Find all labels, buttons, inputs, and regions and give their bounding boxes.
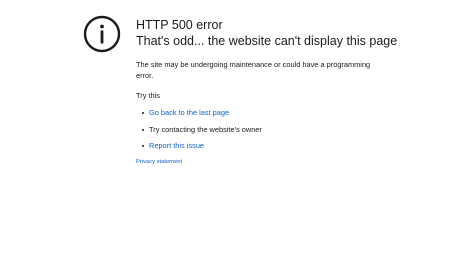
error-code-heading: HTTP 500 error	[136, 18, 223, 32]
suggestion-item: Report this issue	[142, 141, 436, 151]
try-this-heading: Try this	[136, 91, 160, 100]
privacy-statement-link[interactable]: Privacy statement	[136, 158, 436, 166]
error-title: HTTP 500 error That's odd... the website…	[136, 17, 436, 49]
suggestion-item: Go back to the last page	[142, 108, 436, 118]
report-issue-link[interactable]: Report this issue	[149, 141, 204, 150]
suggestion-item: Try contacting the website's owner	[142, 125, 436, 135]
error-message-heading: That's odd... the website can't display …	[136, 34, 398, 48]
error-description: The site may be undergoing maintenance o…	[136, 60, 371, 80]
suggestions-list: Go back to the last page Try contacting …	[136, 108, 436, 151]
go-back-link[interactable]: Go back to the last page	[149, 108, 229, 117]
info-circle-icon	[83, 15, 121, 53]
error-content: HTTP 500 error That's odd... the website…	[136, 17, 436, 166]
error-page: HTTP 500 error That's odd... the website…	[0, 0, 450, 255]
contact-owner-text: Try contacting the website's owner	[149, 124, 262, 134]
